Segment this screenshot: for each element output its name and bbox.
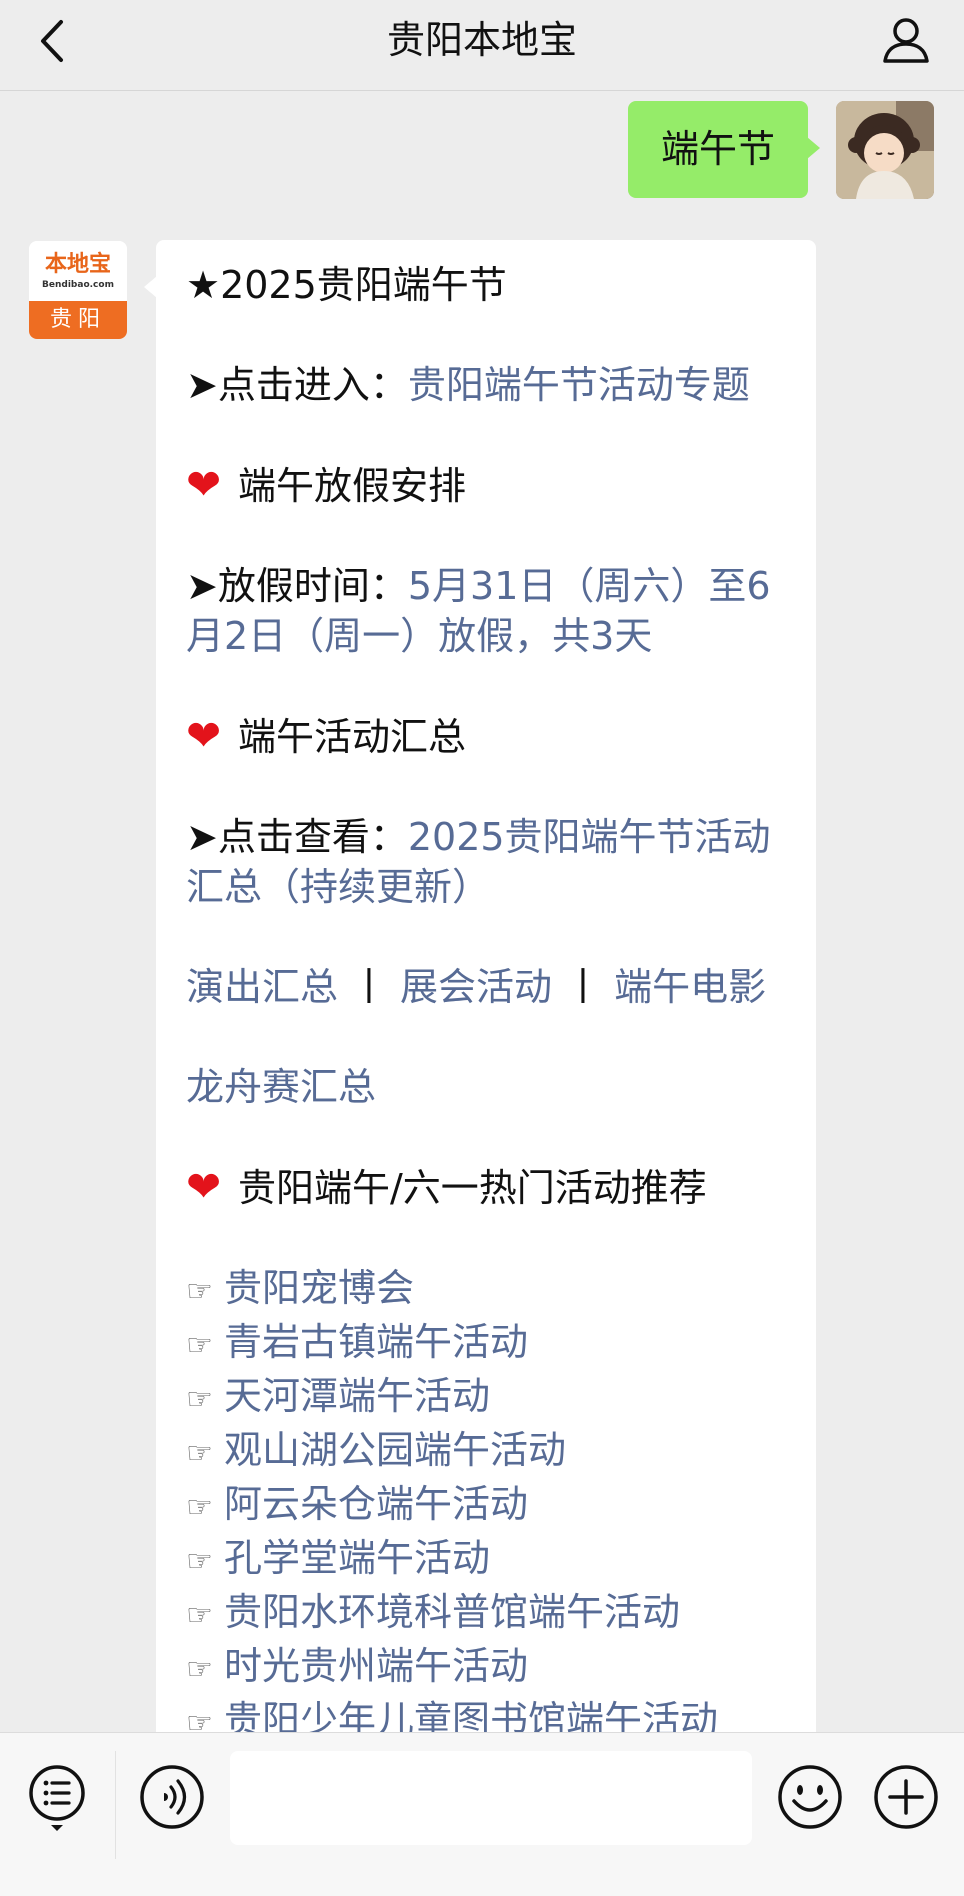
performances-link[interactable]: 演出汇总 — [186, 965, 338, 1009]
recommendation-item: ☞ 天河潭端午活动 — [186, 1371, 796, 1425]
recommendation-link[interactable]: 贵阳水环境科普馆端午活动 — [224, 1590, 680, 1634]
recommendation-item: ☞ 贵阳水环境科普馆端午活动 — [186, 1587, 796, 1641]
pointing-hand-icon: ☞ — [186, 1274, 213, 1309]
input-toolbar — [0, 1732, 964, 1896]
events-heading-text: 端午活动汇总 — [238, 715, 467, 759]
brand-logo-text: 本地宝 — [44, 251, 111, 277]
avatar-logo-area: 本地宝 Bendibao.com — [29, 241, 127, 301]
recommendation-link[interactable]: 时光贵州端午活动 — [224, 1644, 528, 1688]
separator: 丨 — [350, 965, 389, 1009]
dragon-boat-line: 龙舟赛汇总 — [186, 1062, 796, 1112]
separator: 丨 — [564, 965, 603, 1009]
topic-link[interactable]: 贵阳端午节活动专题 — [408, 363, 750, 407]
recommendation-item: ☞ 阿云朵仓端午活动 — [186, 1479, 796, 1533]
incoming-message-bubble: ★2025贵阳端午节 ➤点击进入：贵阳端午节活动专题 ❤ 端午放假安排 ➤放假时间… — [144, 240, 816, 1742]
recommendation-item: ☞ 时光贵州端午活动 — [186, 1641, 796, 1695]
user-avatar[interactable] — [836, 101, 934, 199]
movies-link[interactable]: 端午电影 — [614, 965, 766, 1009]
toolbar-divider — [115, 1751, 116, 1859]
voice-button[interactable] — [138, 1763, 206, 1831]
chat-title: 贵阳本地宝 — [386, 18, 577, 62]
exhibitions-link[interactable]: 展会活动 — [400, 965, 552, 1009]
recommendation-item: ☞ 青岩古镇端午活动 — [186, 1317, 796, 1371]
recommendation-list: ☞ 贵阳宠博会 ☞ 青岩古镇端午活动 ☞ 天河潭端午活动 ☞ 观山湖公园端午活动 ☞ 阿云朵仓端午… — [186, 1263, 796, 1749]
brand-logo-subtext: Bendibao.com — [42, 280, 114, 290]
plus-icon — [874, 1765, 938, 1829]
recommendation-link[interactable]: 贵阳宠博会 — [224, 1266, 414, 1310]
view-prefix: ➤点击查看： — [186, 815, 408, 859]
brand-city-label: 贵阳 — [29, 301, 127, 339]
view-events-line: ➤点击查看：2025贵阳端午节活动汇总（持续更新） — [186, 812, 796, 912]
pointing-hand-icon: ☞ — [186, 1544, 213, 1579]
recommend-heading: ❤ 贵阳端午/六一热门活动推荐 — [186, 1162, 796, 1213]
events-heading: ❤ 端午活动汇总 — [186, 711, 796, 762]
category-links: 演出汇总丨展会活动丨端午电影 — [186, 962, 796, 1012]
heart-icon: ❤ — [186, 1162, 222, 1211]
pointing-hand-icon: ☞ — [186, 1490, 213, 1525]
recommendation-link[interactable]: 青岩古镇端午活动 — [224, 1320, 528, 1364]
official-account-avatar[interactable]: 本地宝 Bendibao.com 贵阳 — [29, 241, 127, 339]
message-content: ★2025贵阳端午节 ➤点击进入：贵阳端午节活动专题 ❤ 端午放假安排 ➤放假时间… — [186, 260, 796, 1749]
profile-button[interactable] — [876, 12, 936, 68]
holiday-prefix: ➤放假时间： — [186, 564, 408, 608]
pointing-hand-icon: ☞ — [186, 1436, 213, 1471]
recommendation-item: ☞ 观山湖公园端午活动 — [186, 1425, 796, 1479]
smiley-icon — [778, 1765, 842, 1829]
nav-header: 贵阳本地宝 — [0, 0, 964, 91]
pointing-hand-icon: ☞ — [186, 1652, 213, 1687]
holiday-heading-text: 端午放假安排 — [238, 464, 467, 508]
heart-icon: ❤ — [186, 460, 222, 509]
list-menu-icon — [29, 1765, 85, 1831]
heart-icon: ❤ — [186, 711, 222, 760]
pointing-hand-icon: ☞ — [186, 1382, 213, 1417]
dragon-boat-link[interactable]: 龙舟赛汇总 — [186, 1065, 376, 1109]
recommendation-link[interactable]: 观山湖公园端午活动 — [224, 1428, 566, 1472]
recommend-heading-text: 贵阳端午/六一热门活动推荐 — [238, 1166, 707, 1210]
message-title: ★2025贵阳端午节 — [186, 263, 507, 307]
person-icon — [883, 18, 929, 63]
emoji-button[interactable] — [776, 1763, 844, 1831]
recommendation-item: ☞ 孔学堂端午活动 — [186, 1533, 796, 1587]
pointing-hand-icon: ☞ — [186, 1598, 213, 1633]
recommendation-item: ☞ 贵阳宠博会 — [186, 1263, 796, 1317]
enter-prefix: ➤点击进入： — [186, 363, 408, 407]
recommendation-link[interactable]: 孔学堂端午活动 — [224, 1536, 490, 1580]
holiday-time-line: ➤放假时间：5月31日（周六）至6月2日（周一）放假，共3天 — [186, 561, 796, 661]
recommendation-link[interactable]: 阿云朵仓端午活动 — [224, 1482, 528, 1526]
more-button[interactable] — [872, 1763, 940, 1831]
user-avatar-image — [836, 101, 934, 199]
enter-topic-line: ➤点击进入：贵阳端午节活动专题 — [186, 360, 796, 410]
outgoing-message-bubble[interactable]: 端午节 — [628, 101, 820, 198]
recommendation-link[interactable]: 天河潭端午活动 — [224, 1374, 490, 1418]
pointing-hand-icon: ☞ — [186, 1328, 213, 1363]
message-input[interactable] — [230, 1751, 752, 1845]
outgoing-message-text: 端午节 — [660, 127, 775, 171]
voice-icon — [140, 1765, 204, 1829]
menu-button[interactable] — [24, 1763, 90, 1833]
holiday-heading: ❤ 端午放假安排 — [186, 460, 796, 511]
